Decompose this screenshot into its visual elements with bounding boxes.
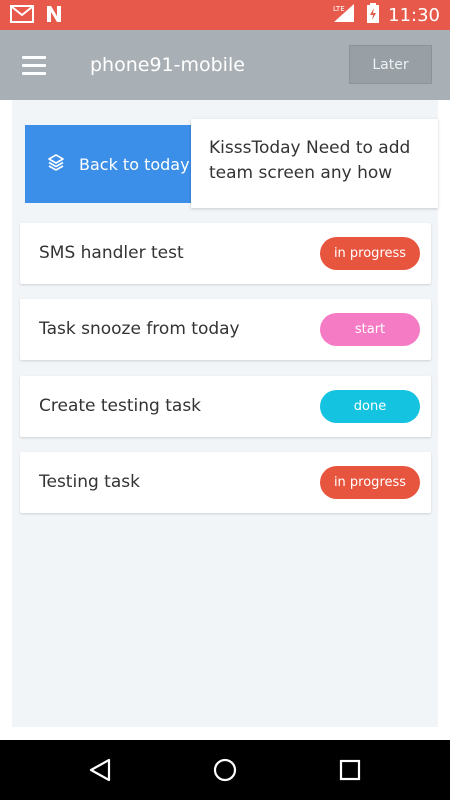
status-time: 11:30 xyxy=(388,4,440,26)
status-badge[interactable]: in progress xyxy=(320,466,420,499)
notification-n-icon xyxy=(44,4,64,28)
back-to-today-label: Back to today xyxy=(79,154,190,174)
back-triangle-icon[interactable] xyxy=(84,754,116,786)
task-card[interactable]: Create testing task done xyxy=(20,376,431,437)
hamburger-menu-icon[interactable] xyxy=(22,55,48,75)
app-title: phone91-mobile xyxy=(90,54,245,76)
status-badge[interactable]: in progress xyxy=(320,237,420,270)
gmail-icon xyxy=(10,4,34,28)
task-card[interactable]: SMS handler test in progress xyxy=(20,223,431,284)
status-badge[interactable]: start xyxy=(320,313,420,346)
home-circle-icon[interactable] xyxy=(209,754,241,786)
status-notifications xyxy=(10,4,64,28)
task-title: Task snooze from today xyxy=(39,319,240,339)
status-bar: LTE 11:30 xyxy=(0,0,450,30)
task-title: Create testing task xyxy=(39,396,202,416)
later-button[interactable]: Later xyxy=(349,45,432,84)
back-to-today-button[interactable]: Back to today xyxy=(25,125,193,203)
notice-card: KisssToday Need to add team screen any h… xyxy=(191,119,438,208)
task-card[interactable]: Testing task in progress xyxy=(20,452,431,513)
signal-icon: LTE xyxy=(332,2,358,28)
recents-square-icon[interactable] xyxy=(334,754,366,786)
task-title: Testing task xyxy=(39,472,140,492)
battery-icon xyxy=(366,2,380,28)
app-bar: phone91-mobile Later xyxy=(0,30,450,100)
navigation-bar xyxy=(0,740,450,800)
task-card[interactable]: Task snooze from today start xyxy=(20,299,431,360)
status-badge[interactable]: done xyxy=(320,390,420,423)
layers-icon xyxy=(47,153,65,175)
network-type-label: LTE xyxy=(333,5,345,13)
task-title: SMS handler test xyxy=(39,243,184,263)
status-indicators: LTE 11:30 xyxy=(332,0,440,30)
notice-text: KisssToday Need to add team screen any h… xyxy=(209,138,411,183)
